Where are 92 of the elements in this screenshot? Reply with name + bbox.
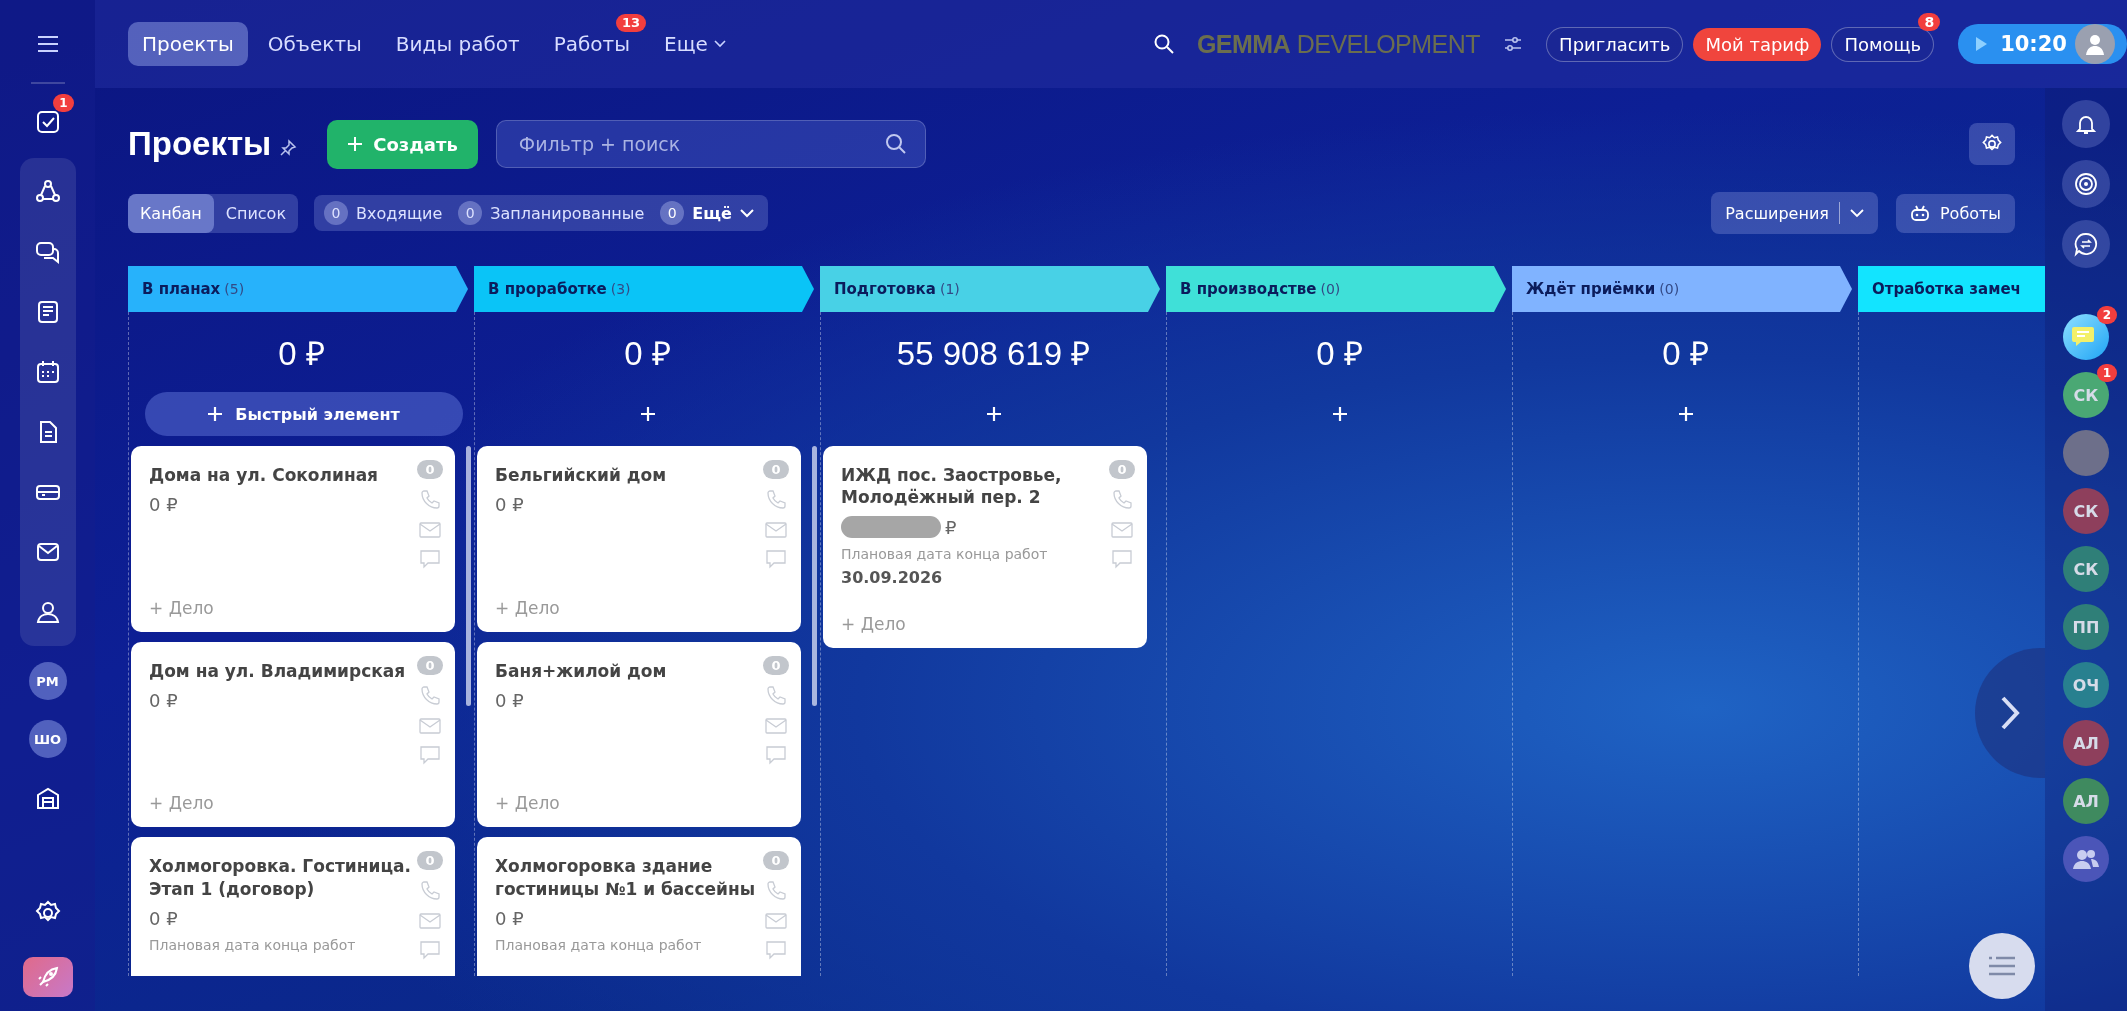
view-tab[interactable]: Список (213, 193, 299, 233)
card-title: Бельгийский дом (495, 464, 668, 487)
stage-total: 0 ₽ (1662, 333, 1709, 374)
activity-counter: 0 (417, 851, 443, 871)
activity-counter: 0 (417, 460, 443, 479)
tasks-icon[interactable] (34, 109, 61, 135)
scrollbar[interactable] (812, 446, 817, 706)
chat-swap-icon[interactable] (2062, 220, 2110, 268)
activity-counter: 0 (763, 460, 789, 479)
counter-value: 0 (660, 201, 685, 225)
card-amount: 0 ₽ (495, 689, 524, 711)
activity-counter: 0 (1109, 460, 1135, 479)
robots-button[interactable]: Роботы (1895, 193, 2015, 233)
quick-add-button[interactable]: Быстрый элемент (144, 392, 463, 436)
button-label: Расширения (1725, 203, 1829, 223)
stage-header[interactable]: Подготовка (1) (820, 266, 1160, 312)
plus-icon (347, 136, 364, 152)
activity-counter: 0 (417, 655, 443, 675)
plus-icon[interactable] (1331, 406, 1348, 422)
stage-header[interactable]: В планах (5) (128, 266, 468, 312)
stage-total: 0 ₽ (1316, 333, 1363, 374)
group-chat-icon[interactable] (2063, 836, 2109, 882)
notification-badge: 1 (2096, 364, 2117, 382)
activity-counter: 0 (763, 655, 789, 675)
stage-header[interactable]: Отработка замеч (1858, 266, 2045, 312)
notification-badge: 8 (1918, 12, 1941, 31)
scrollbar[interactable] (466, 446, 471, 706)
nav-tab[interactable]: Проекты (128, 22, 248, 66)
stage-total: 0 ₽ (624, 333, 671, 374)
page-title: Проекты (128, 125, 272, 163)
card-title: Холмогоровка здание гостиницы №1 и бассейны (495, 855, 757, 900)
card-title: Дома на ул. Соколиная (149, 464, 380, 487)
search-icon (883, 132, 908, 156)
contact-avatar[interactable]: СК (2063, 488, 2109, 534)
pin-icon[interactable] (279, 139, 298, 157)
play-icon (1974, 36, 1989, 52)
header-button[interactable]: Помощь (1831, 26, 1935, 62)
stage-header[interactable]: В производстве (0) (1166, 266, 1506, 312)
plus-icon (207, 406, 224, 422)
notification-badge: 2 (2096, 306, 2117, 324)
stage-header[interactable]: В проработке (3) (474, 266, 814, 312)
settings-button[interactable] (1969, 123, 2015, 165)
company-logo: GEMMA DEVELOPMENT (1196, 29, 1481, 59)
counter-label: Запланированные (490, 203, 645, 223)
stage-total: 55 908 619 ₽ (896, 333, 1091, 374)
counter-filter[interactable]: 0 Входящие (324, 201, 443, 225)
counter-filter[interactable]: 0 Ещё (660, 201, 754, 225)
card-amount: 0 ₽ (149, 494, 178, 516)
nav-tab[interactable]: Виды работ (381, 22, 534, 66)
date-value: 30.09.2026 (841, 568, 944, 588)
bell-icon[interactable] (2062, 100, 2110, 148)
card-amount: ₽ (945, 516, 957, 538)
chevron-right-icon (2000, 695, 2020, 731)
activity-counter: 0 (763, 851, 789, 871)
date-label: Плановая дата конца работ (149, 936, 357, 953)
date-label: Плановая дата конца работ (495, 936, 703, 953)
date-label: Плановая дата конца работ (841, 546, 1049, 563)
counter-value: 0 (324, 201, 349, 225)
nav-tab[interactable]: Еще (650, 22, 740, 66)
list-icon (1987, 956, 2017, 976)
notification-badge: 13 (615, 14, 647, 32)
card-title: ИЖД пос. Заостровье, Молодёжный пер. 2 (841, 464, 1063, 509)
card-amount: 0 ₽ (149, 689, 178, 711)
nav-tab[interactable]: Объекты (253, 22, 376, 66)
card-title: Дом на ул. Владимирская (149, 659, 407, 682)
user-avatar[interactable]: РМ (28, 662, 67, 700)
contact-avatar[interactable]: АЛ (2063, 720, 2109, 766)
card-title: Холмогоровка. Гостиница. Этап 1 (договор) (149, 855, 412, 900)
plus-icon[interactable] (639, 406, 656, 422)
robot-icon (1909, 204, 1930, 222)
stage-header[interactable]: Ждёт приёмки (0) (1512, 266, 1852, 312)
extensions-button[interactable]: Расширения (1711, 192, 1878, 234)
stage-total: 0 ₽ (278, 333, 325, 374)
view-tab[interactable]: Канбан (128, 193, 214, 233)
plus-icon[interactable] (985, 406, 1002, 422)
photo-placeholder[interactable] (2063, 430, 2109, 476)
counter-label: Ещё (692, 203, 732, 223)
counter-label: Входящие (356, 203, 443, 223)
card-title: Баня+жилой дом (495, 659, 668, 682)
notification-badge: 1 (53, 94, 74, 112)
header-button[interactable]: Пригласить (1546, 26, 1684, 62)
spiral-icon[interactable] (2062, 160, 2110, 208)
card-amount: 0 ₽ (149, 907, 178, 929)
plus-icon[interactable] (1677, 406, 1694, 422)
card-amount: 0 ₽ (495, 907, 524, 929)
user-avatar[interactable]: ШО (28, 720, 67, 758)
card-amount: 0 ₽ (495, 494, 524, 516)
counter-filter[interactable]: 0 Запланированные (458, 201, 645, 225)
header-button[interactable]: Мой тариф (1693, 27, 1822, 61)
caret-icon (1849, 208, 1864, 218)
counter-value: 0 (458, 201, 483, 225)
rocket-app-icon[interactable] (22, 957, 73, 997)
